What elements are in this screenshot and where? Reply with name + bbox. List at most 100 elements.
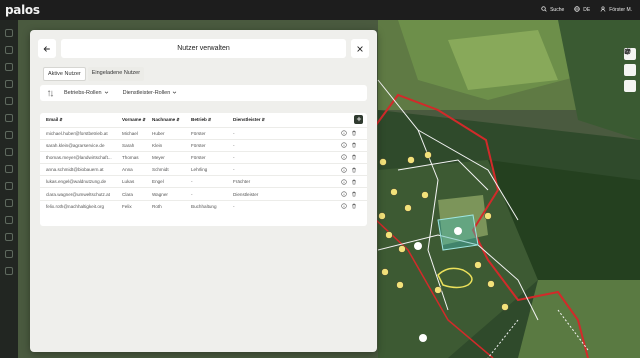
provider-cell: - bbox=[227, 138, 331, 152]
close-icon bbox=[356, 40, 364, 58]
search-label: Suche bbox=[550, 7, 565, 13]
trash-icon[interactable] bbox=[351, 154, 357, 160]
first-name-cell: Thomas bbox=[116, 150, 146, 164]
table-row[interactable]: felix.roth@nachhaltigkeit.org Felix Roth Bu… bbox=[40, 199, 367, 213]
table-row[interactable]: anna.schmidt@biobauern.at Anna Schmidt Lehr… bbox=[40, 163, 367, 176]
help-icon[interactable] bbox=[5, 250, 13, 258]
language-switch[interactable]: DE bbox=[574, 6, 590, 14]
sort-icon[interactable] bbox=[47, 89, 54, 97]
trash-icon[interactable] bbox=[351, 167, 357, 173]
calendar-icon[interactable] bbox=[5, 148, 13, 156]
search-button[interactable]: Suche bbox=[541, 6, 564, 14]
filter-bar: Betriebs-Rollen Dienstleister-Rollen bbox=[40, 85, 367, 101]
plus-icon bbox=[356, 116, 362, 123]
service-roles-label: Dienstleister-Rollen bbox=[122, 90, 171, 96]
service-roles-filter[interactable]: Dienstleister-Rollen bbox=[123, 90, 178, 97]
table-header-row: Email⇵ Vorname⇵ Nachname⇵ Betrieb⇵ Diens… bbox=[40, 113, 367, 127]
table-row[interactable]: thomas.meyer@landwirtschaft... Thomas Meye… bbox=[40, 150, 367, 164]
left-navigation-rail bbox=[0, 20, 18, 358]
trash-icon[interactable] bbox=[351, 130, 357, 136]
info-icon[interactable] bbox=[341, 142, 347, 148]
email-cell: thomas.meyer@landwirtschaft... bbox=[40, 150, 116, 164]
globe-icon bbox=[574, 6, 580, 14]
close-button[interactable] bbox=[351, 39, 369, 58]
back-button[interactable] bbox=[38, 39, 56, 58]
column-email[interactable]: Email⇵ bbox=[40, 113, 116, 127]
trash-icon[interactable] bbox=[351, 203, 357, 209]
info-icon[interactable] bbox=[341, 154, 347, 161]
map-draw-button[interactable] bbox=[624, 48, 636, 76]
row-actions bbox=[331, 187, 367, 201]
map-icon[interactable] bbox=[5, 46, 13, 54]
operator-cell: Förster bbox=[185, 150, 227, 164]
column-first-name[interactable]: Vorname⇵ bbox=[116, 113, 146, 127]
document-icon[interactable] bbox=[5, 80, 13, 88]
provider-cell: - bbox=[227, 150, 331, 164]
info-icon[interactable] bbox=[341, 191, 347, 197]
trash-icon[interactable] bbox=[351, 142, 357, 148]
modal-title: Nutzer verwalten bbox=[61, 39, 346, 58]
provider-cell: - bbox=[227, 199, 331, 213]
home-icon[interactable] bbox=[5, 29, 13, 37]
chevron-down-icon bbox=[172, 90, 177, 97]
trash-icon[interactable] bbox=[351, 179, 357, 185]
first-name-cell: Felix bbox=[116, 199, 146, 213]
table-row[interactable]: clara.wagner@umweltschutz.at Clara Wagner -… bbox=[40, 187, 367, 201]
users-table-card: Email⇵ Vorname⇵ Nachname⇵ Betrieb⇵ Diens… bbox=[40, 113, 367, 226]
add-user-button[interactable] bbox=[354, 115, 363, 125]
list-icon[interactable] bbox=[5, 97, 13, 105]
modal-header: Nutzer verwalten bbox=[38, 39, 369, 58]
layers-icon[interactable] bbox=[5, 131, 13, 139]
email-cell: lukas.engel@waldnutzung.de bbox=[40, 175, 116, 188]
tab-invited-users[interactable]: Eingeladene Nutzer bbox=[87, 67, 145, 81]
top-bar-actions: Suche DE Förster M. bbox=[541, 0, 632, 20]
map-edit-button[interactable] bbox=[624, 48, 636, 92]
user-menu[interactable]: Förster M. bbox=[600, 6, 632, 14]
chevron-down-icon bbox=[104, 90, 109, 97]
column-last-name[interactable]: Nachname⇵ bbox=[146, 113, 185, 127]
first-name-cell: Clara bbox=[116, 187, 146, 201]
users-table: Email⇵ Vorname⇵ Nachname⇵ Betrieb⇵ Diens… bbox=[40, 113, 367, 213]
tree-icon[interactable] bbox=[5, 63, 13, 71]
truck-icon[interactable] bbox=[5, 114, 13, 122]
last-name-cell: Schmidt bbox=[146, 163, 185, 176]
info-icon[interactable] bbox=[341, 166, 347, 173]
operator-cell: Lehrling bbox=[185, 163, 227, 176]
email-cell: michael.huber@forstbetrieb.at bbox=[40, 126, 116, 140]
user-icon bbox=[600, 6, 606, 14]
provider-cell: Frächter bbox=[227, 175, 331, 188]
first-name-cell: Sarah bbox=[116, 138, 146, 152]
trash-icon[interactable] bbox=[351, 191, 357, 197]
settings-icon[interactable] bbox=[5, 233, 13, 241]
email-cell: anna.schmidt@biobauern.at bbox=[40, 163, 116, 176]
row-actions bbox=[331, 199, 367, 213]
table-row[interactable]: michael.huber@forstbetrieb.at Michael Hube… bbox=[40, 126, 367, 140]
table-row[interactable]: sarah.klein@agrarservice.de Sarah Klein För… bbox=[40, 138, 367, 152]
users-icon[interactable] bbox=[5, 182, 13, 190]
last-name-cell: Engel bbox=[146, 175, 185, 188]
app-logo[interactable]: palos bbox=[5, 3, 40, 17]
operator-cell: - bbox=[185, 175, 227, 188]
column-operator[interactable]: Betrieb⇵ bbox=[185, 113, 227, 127]
folder-icon[interactable] bbox=[5, 267, 13, 275]
top-bar: palos Suche DE Förster M. bbox=[0, 0, 640, 20]
last-name-cell: Meyer bbox=[146, 150, 185, 164]
provider-cell: - bbox=[227, 163, 331, 176]
first-name-cell: Anna bbox=[116, 163, 146, 176]
operator-roles-filter[interactable]: Betriebs-Rollen bbox=[64, 90, 109, 97]
map-toolbar bbox=[624, 48, 636, 92]
row-actions bbox=[331, 126, 367, 140]
info-icon[interactable] bbox=[341, 203, 347, 210]
row-actions bbox=[331, 150, 367, 164]
info-icon[interactable] bbox=[341, 130, 347, 136]
table-row[interactable]: lukas.engel@waldnutzung.de Lukas Engel - Frä… bbox=[40, 175, 367, 188]
column-provider[interactable]: Dienstleister⇵ bbox=[227, 113, 331, 127]
tab-active-users[interactable]: Aktive Nutzer bbox=[43, 67, 86, 81]
email-cell: sarah.klein@agrarservice.de bbox=[40, 138, 116, 152]
edit-icon[interactable] bbox=[5, 199, 13, 207]
chart-icon[interactable] bbox=[5, 165, 13, 173]
info-icon[interactable] bbox=[341, 179, 347, 185]
last-name-cell: Wagner bbox=[146, 187, 185, 201]
operator-cell: Buchhaltung bbox=[185, 199, 227, 213]
globe-nav-icon[interactable] bbox=[5, 216, 13, 224]
